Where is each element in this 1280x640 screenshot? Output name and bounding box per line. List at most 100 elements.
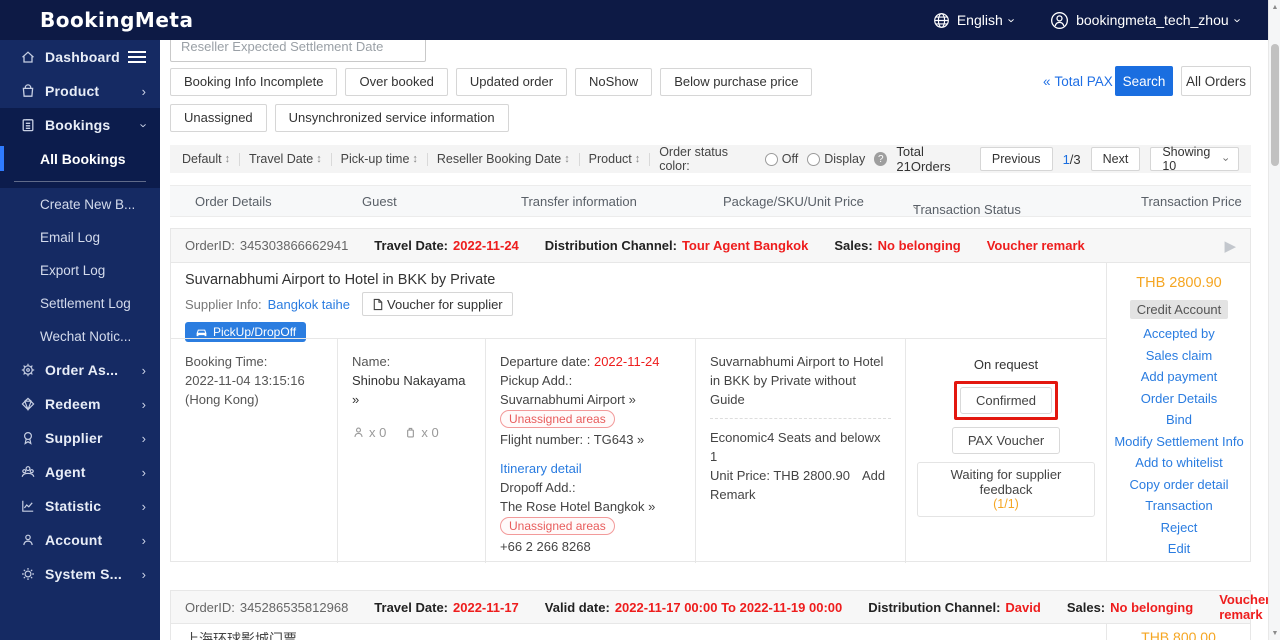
distribution-channel[interactable]: Tour Agent Bangkok [682, 238, 808, 253]
transaction-status-cell: On request Confirmed PAX Voucher Waiting… [906, 339, 1106, 563]
itinerary-detail-link[interactable]: Itinerary detail [500, 459, 681, 478]
sidebar-item-agent[interactable]: Agent › [0, 455, 160, 489]
radio-circle[interactable] [764, 152, 778, 166]
guest-cell: Name: Shinobu Nakayama » x 0 x 0 [338, 339, 486, 563]
chevron-down-icon: › [1219, 157, 1232, 161]
sku: Economic4 Seats and belowx 1 [710, 430, 881, 464]
bag-icon [20, 83, 36, 99]
chevron-right-icon: › [141, 566, 146, 582]
car-icon [196, 329, 207, 336]
copy-order-detail-link[interactable]: Copy order detail [1130, 478, 1229, 491]
voucher-for-supplier-button[interactable]: Voucher for supplier [362, 292, 513, 316]
order-id: 345303866662941 [239, 238, 349, 253]
user-avatar-icon [1050, 11, 1069, 30]
document-icon [373, 298, 383, 310]
sort-default[interactable]: Default ↕ [182, 152, 230, 166]
sidebar-item-all-bookings[interactable]: All Bookings [0, 142, 160, 175]
sidebar-item-system-settings[interactable]: System S... › [0, 557, 160, 591]
travel-date: 2022-11-24 [453, 238, 519, 253]
user-menu[interactable]: bookingmeta_tech_zhou › [1050, 11, 1245, 30]
scroll-up-arrow[interactable]: ▲ [1269, 0, 1280, 14]
person-icon [20, 532, 36, 548]
filter-chip-below-purchase-price[interactable]: Below purchase price [660, 68, 813, 96]
filter-chip-booking-info-incomplete[interactable]: Booking Info Incomplete [170, 68, 338, 96]
filter-chip-noshow[interactable]: NoShow [575, 68, 653, 96]
sort-pickup-time[interactable]: Pick-up time ↕ [341, 152, 418, 166]
filter-chip-unassigned[interactable]: Unassigned [170, 104, 267, 132]
transaction-link[interactable]: Transaction [1145, 499, 1212, 512]
next-button[interactable]: Next [1090, 147, 1141, 171]
scroll-down-arrow[interactable]: ▼ [1269, 626, 1280, 640]
radio-off[interactable]: Off [764, 152, 798, 166]
add-to-whitelist-link[interactable]: Add to whitelist [1135, 456, 1222, 469]
divider [426, 152, 428, 166]
bind-link[interactable]: Bind [1166, 413, 1192, 426]
sidebar-item-settlement-log[interactable]: Settlement Log [0, 287, 160, 320]
order-card-2-header: OrderID: 345286535812968 Travel Date: 2022… [170, 590, 1270, 624]
sidebar-item-statistic[interactable]: Statistic › [0, 489, 160, 523]
order-card-2-body: 上海环球影城门票 THB 800.00 [170, 624, 1251, 640]
sidebar-item-email-log[interactable]: Email Log [0, 221, 160, 254]
filter-chip-over-booked[interactable]: Over booked [345, 68, 448, 96]
sidebar-item-wechat-notice[interactable]: Wechat Notic... [0, 320, 160, 353]
scrollbar-thumb[interactable] [1271, 44, 1279, 166]
filter-chip-unsynchronized[interactable]: Unsynchronized service information [274, 104, 509, 132]
divider [330, 152, 332, 166]
flight-number-link[interactable]: Flight number: : TG643 » [500, 430, 681, 449]
menu-collapse-icon[interactable] [128, 50, 146, 54]
edit-link[interactable]: Edit [1168, 542, 1190, 555]
all-orders-button[interactable]: All Orders [1181, 66, 1251, 96]
sidebar-item-account[interactable]: Account › [0, 523, 160, 557]
chevron-right-icon: › [141, 498, 146, 514]
reject-link[interactable]: Reject [1161, 521, 1198, 534]
supplier-link[interactable]: Bangkok taihe [268, 297, 350, 312]
sidebar-item-supplier[interactable]: Supplier › [0, 421, 160, 455]
gear-icon [20, 566, 36, 582]
order-detail-row: Booking Time: 2022-11-04 13:15:16 (Hong … [171, 338, 1106, 563]
guest-name-link[interactable]: Shinobu Nakayama » [352, 371, 471, 409]
credit-account-badge: Credit Account [1129, 299, 1229, 319]
sidebar-item-product[interactable]: Product › [0, 74, 160, 108]
sort-travel-date[interactable]: Travel Date ↕ [249, 152, 322, 166]
radio-circle[interactable] [807, 152, 821, 166]
divider [239, 152, 241, 166]
sidebar-item-bookings[interactable]: Bookings › [0, 108, 160, 142]
search-button[interactable]: Search [1115, 66, 1173, 96]
sales-claim-link[interactable]: Sales claim [1146, 349, 1212, 362]
waiting-supplier-feedback-button[interactable]: Waiting for supplier feedback (1/1) [917, 462, 1095, 517]
filter-chip-updated-order[interactable]: Updated order [455, 68, 568, 96]
play-icon[interactable]: ▶ [1224, 237, 1236, 255]
voucher-remark-link[interactable]: Voucher remark [1219, 592, 1270, 622]
confirmed-button[interactable]: Confirmed [960, 387, 1052, 414]
previous-button[interactable]: Previous [979, 147, 1053, 171]
pickup-address-link[interactable]: Suvarnabhumi Airport » [500, 390, 681, 409]
gem-icon [20, 396, 36, 412]
total-pax-link[interactable]: « Total PAX [1043, 74, 1113, 89]
language-selector[interactable]: English › [933, 12, 1019, 29]
showing-dropdown[interactable]: Showing 10 › [1150, 145, 1239, 173]
distribution-channel[interactable]: David [1005, 600, 1040, 615]
add-payment-link[interactable]: Add payment [1141, 370, 1218, 383]
dropoff-address-link[interactable]: The Rose Hotel Bangkok » [500, 497, 681, 516]
voucher-remark-link[interactable]: Voucher remark [987, 238, 1085, 253]
accepted-by-link[interactable]: Accepted by [1143, 327, 1215, 340]
radio-display[interactable]: Display [807, 152, 865, 166]
sort-reseller-booking-date[interactable]: Reseller Booking Date ↕ [437, 152, 570, 166]
sidebar-item-redeem[interactable]: Redeem › [0, 387, 160, 421]
globe-icon [933, 12, 950, 29]
modify-settlement-info-link[interactable]: Modify Settlement Info [1114, 435, 1243, 448]
pax-voucher-button[interactable]: PAX Voucher [951, 427, 1061, 454]
sidebar-item-dashboard[interactable]: Dashboard [0, 40, 160, 74]
app-logo: BookingMeta [40, 8, 194, 32]
order-details-link[interactable]: Order Details [1141, 392, 1218, 405]
phone-number: +66 2 266 8268 [500, 539, 591, 554]
sidebar-item-order-assistant[interactable]: Order As... › [0, 353, 160, 387]
sidebar-item-export-log[interactable]: Export Log [0, 254, 160, 287]
help-icon[interactable]: ? [874, 152, 888, 166]
order-card: OrderID: 345303866662941 Travel Date: 2022… [170, 228, 1251, 563]
sort-product[interactable]: Product ↕ [589, 152, 641, 166]
sidebar-item-create-new-booking[interactable]: Create New B... [0, 188, 160, 221]
scrollbar[interactable]: ▲ ▼ [1268, 0, 1280, 640]
divider [710, 418, 891, 419]
order-status-color-label: Order status color: [659, 145, 728, 173]
